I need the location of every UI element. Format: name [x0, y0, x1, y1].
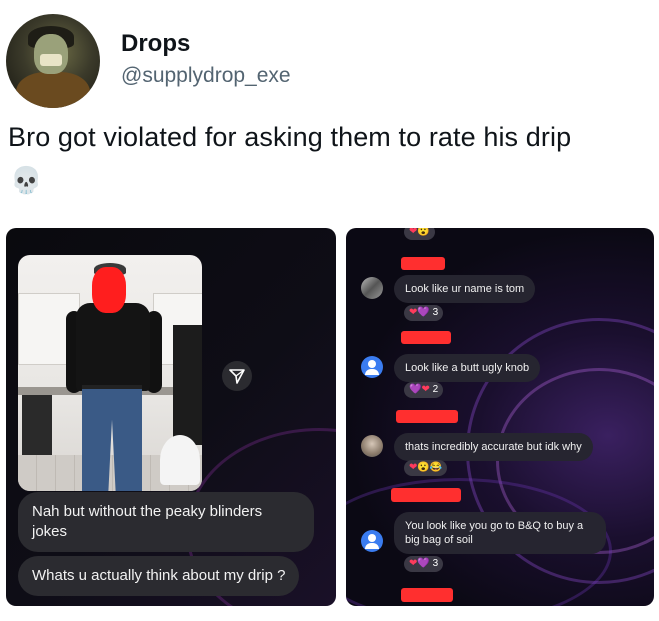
reaction-count: 2	[432, 384, 439, 395]
author-avatar[interactable]	[6, 14, 100, 108]
comment-bubble[interactable]: thats incredibly accurate but idk why	[394, 433, 593, 461]
commenter-avatar[interactable]	[361, 277, 383, 299]
author-handle[interactable]: @supplydrop_exe	[121, 64, 291, 88]
username-redaction	[391, 488, 461, 502]
oven	[22, 395, 52, 455]
commenter-avatar[interactable]	[361, 435, 383, 457]
fridge	[173, 325, 202, 445]
default-user-icon[interactable]	[361, 356, 383, 378]
comment-bubble[interactable]: You look like you go to B&Q to buy a big…	[394, 512, 606, 554]
username-redaction	[401, 588, 453, 602]
reaction-count: 3	[432, 307, 439, 318]
face-redaction	[92, 267, 126, 313]
author-name[interactable]: Drops	[121, 30, 190, 58]
reaction-bar[interactable]: ❤💜 3	[404, 556, 444, 572]
right-screenshot[interactable]: ❤😮 Look like ur name is tom ❤💜 3 Look li…	[346, 228, 654, 606]
tweet-text: Bro got violated for asking them to rate…	[8, 122, 572, 152]
left-screenshot[interactable]: Nah but without the peaky blinders jokes…	[6, 228, 336, 606]
reaction-bar[interactable]: ❤😮😂	[404, 460, 448, 476]
avatar-mask	[40, 54, 62, 66]
reaction-bar[interactable]: ❤😮	[404, 228, 435, 240]
reaction-bar[interactable]: ❤💜 3	[404, 305, 444, 321]
reaction-bar[interactable]: 💜❤ 2	[404, 382, 444, 398]
avatar-coat	[16, 72, 90, 108]
comment-bubble[interactable]: Look like a butt ugly knob	[394, 354, 541, 382]
username-redaction	[396, 410, 458, 423]
username-redaction	[401, 331, 451, 344]
chair	[160, 435, 200, 485]
message-bubble[interactable]: Nah but without the peaky blinders jokes	[18, 492, 314, 552]
message-bubble[interactable]: Whats u actually think about my drip ?	[18, 556, 300, 596]
comment-bubble[interactable]: Look like ur name is tom	[394, 275, 536, 303]
send-arrow-icon[interactable]	[222, 361, 252, 391]
person-shirt	[76, 303, 150, 391]
username-redaction	[401, 257, 445, 270]
drip-photo[interactable]	[18, 255, 202, 491]
reaction-count: 3	[432, 558, 439, 569]
default-user-icon[interactable]	[361, 530, 383, 552]
skull-emoji: 💀	[10, 165, 43, 195]
